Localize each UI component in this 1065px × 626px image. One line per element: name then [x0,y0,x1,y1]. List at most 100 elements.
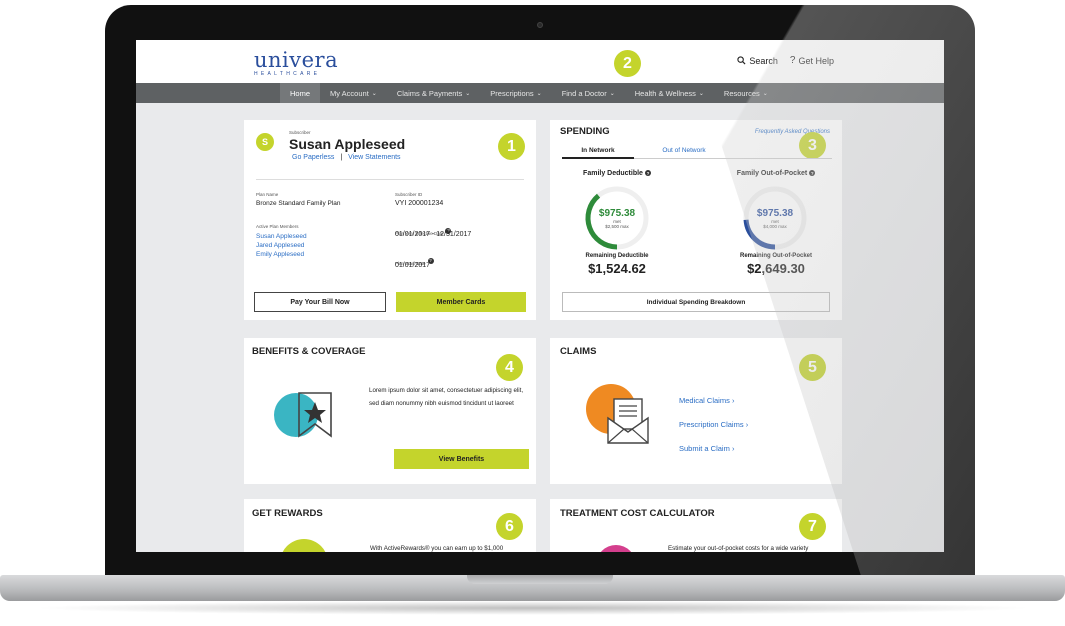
oop-max: $4,000 max [763,223,787,229]
nav-health-wellness[interactable]: Health & Wellness ⌄ [625,83,714,103]
go-paperless-link[interactable]: Go Paperless [292,154,334,161]
screen: univera HEALTHCARE 2 Search ? Get Help H… [136,40,944,552]
remaining-oop-label: Remaining Out-of-Pocket [739,253,812,259]
laptop-shadow [30,601,1035,615]
avatar: S [256,133,274,151]
spending-breakdown-button[interactable]: Individual Spending Breakdown [562,292,830,312]
plan-name-link[interactable]: Bronze Standard Family Plan [256,200,341,207]
remaining-deductible-label: Remaining Deductible [585,253,649,259]
question-icon: ? [789,55,796,66]
nav-home[interactable]: Home [280,83,321,103]
get-help-label: Get Help [798,55,834,66]
nav-my-account[interactable]: My Account ⌄ [320,83,387,103]
info-icon[interactable]: ? [809,170,816,177]
callout-badge-7: 7 [799,513,826,540]
chevron-down-icon: ⌄ [609,90,615,97]
search-label: Search [749,55,778,66]
chevron-down-icon: ⌄ [698,90,704,97]
remaining-deductible-amount: $1,524.62 [588,261,646,276]
deductible-met-amount: $975.38 [598,207,636,219]
deductible-max: $2,500 max [605,223,629,229]
nav-resources[interactable]: Resources ⌄ [714,83,778,103]
nav-label: Prescriptions [490,88,534,98]
nav-label: Claims & Payments [396,88,463,98]
subscriber-id-label: Subscriber ID [395,192,423,197]
main-nav: Home My Account ⌄ Claims & Payments ⌄ Pres… [136,83,944,103]
callout-badge-4: 4 [496,354,523,381]
rewards-title: GET REWARDS [252,508,323,519]
link-label: Submit a Claim [679,444,730,453]
search-icon [737,56,746,65]
medical-claims-link[interactable]: Medical Claims › [679,389,748,413]
link-label: Medical Claims [679,396,730,405]
plan-start-date: 01/01/2017 [395,262,431,269]
tab-in-network[interactable]: In Network [562,147,634,159]
callout-badge-5: 5 [799,354,826,381]
subscriber-card: S Subscriber Susan Appleseed Go Paperles… [244,120,536,320]
benefits-title: BENEFITS & COVERAGE [252,346,366,357]
deductible-gauge: $975.38 met $2,500 max [582,183,652,253]
benefits-description: Lorem ipsum dolor sit amet, consectetuer… [369,387,524,407]
members-label: Active Plan Members [256,224,299,229]
chevron-down-icon: ⌄ [762,90,768,97]
nav-claims-payments[interactable]: Claims & Payments ⌄ [387,83,480,103]
submit-claim-link[interactable]: Submit a Claim › [679,437,748,461]
rewards-illustration-circle [280,539,328,552]
callout-badge-1: 1 [498,133,525,160]
subscriber-label: Subscriber [289,130,311,135]
calculator-description: Estimate your out-of-pocket costs for a … [668,545,809,552]
get-help-link[interactable]: ? Get Help [790,55,834,66]
view-statements-link[interactable]: View Statements [348,154,400,161]
subscriber-id: VYI 200001234 [395,200,444,207]
oop-gauge: $975.38 met $4,000 max [740,183,810,253]
claims-title: CLAIMS [560,346,597,357]
member-link[interactable]: Susan Appleseed [256,232,307,241]
univera-logo[interactable]: univera HEALTHCARE [254,48,339,78]
calculator-card: TREATMENT COST CALCULATOR 7 Estimate you… [550,499,842,552]
search-link[interactable]: Search [737,55,778,66]
nav-label: Resources [723,88,760,98]
envelope-document-icon [607,398,649,444]
bookmark-star-icon [298,392,332,438]
callout-badge-6: 6 [496,513,523,540]
nav-label: Find a Doctor [561,88,607,98]
oop-met-amount: $975.38 [756,207,794,219]
rewards-card: GET REWARDS 6 With ActiveRewards® you ca… [244,499,536,552]
nav-label: Health & Wellness [634,88,696,98]
member-link[interactable]: Jared Appleseed [256,241,307,250]
separator: | [340,154,343,161]
subscriber-name: Susan Appleseed [289,136,406,152]
network-tabs: In Network Out of Network [562,145,832,159]
tab-out-of-network[interactable]: Out of Network [648,147,720,154]
spending-title: SPENDING [560,126,610,137]
prescription-claims-link[interactable]: Prescription Claims › [679,413,748,437]
plan-year-dates: 01/01/2017 - 12/31/2017 [395,231,472,238]
logo-wordmark: univera [254,48,339,72]
nav-label: Home [290,88,311,98]
calculator-illustration-circle [596,545,636,552]
camera-icon [537,22,543,28]
chevron-right-icon: › [731,444,735,453]
chevron-down-icon: ⌄ [536,90,542,97]
member-cards-button[interactable]: Member Cards [396,292,526,312]
chevron-right-icon: › [731,396,735,405]
info-icon[interactable]: ? [644,170,651,177]
nav-find-a-doctor[interactable]: Find a Doctor ⌄ [552,83,625,103]
view-benefits-button[interactable]: View Benefits [394,449,529,469]
nav-label: My Account [330,88,369,98]
divider [256,179,524,180]
member-link[interactable]: Emily Appleseed [256,250,307,259]
chevron-down-icon: ⌄ [371,90,377,97]
calculator-title: TREATMENT COST CALCULATOR [560,508,715,519]
chevron-down-icon: ⌄ [465,90,471,97]
plan-name-label: Plan Name [256,192,279,197]
pay-bill-button[interactable]: Pay Your Bill Now [254,292,386,312]
chevron-right-icon: › [745,420,749,429]
callout-badge-2: 2 [614,50,641,77]
nav-prescriptions[interactable]: Prescriptions ⌄ [480,83,551,103]
family-deductible-title: Family Deductible [583,170,643,177]
spending-card: SPENDING Frequently Asked Questions 3 In… [550,120,842,320]
benefits-card: BENEFITS & COVERAGE 4 Lorem ipsum dolor … [244,338,536,484]
link-label: Prescription Claims [679,420,744,429]
remaining-oop-amount: $2,649.30 [747,261,805,276]
